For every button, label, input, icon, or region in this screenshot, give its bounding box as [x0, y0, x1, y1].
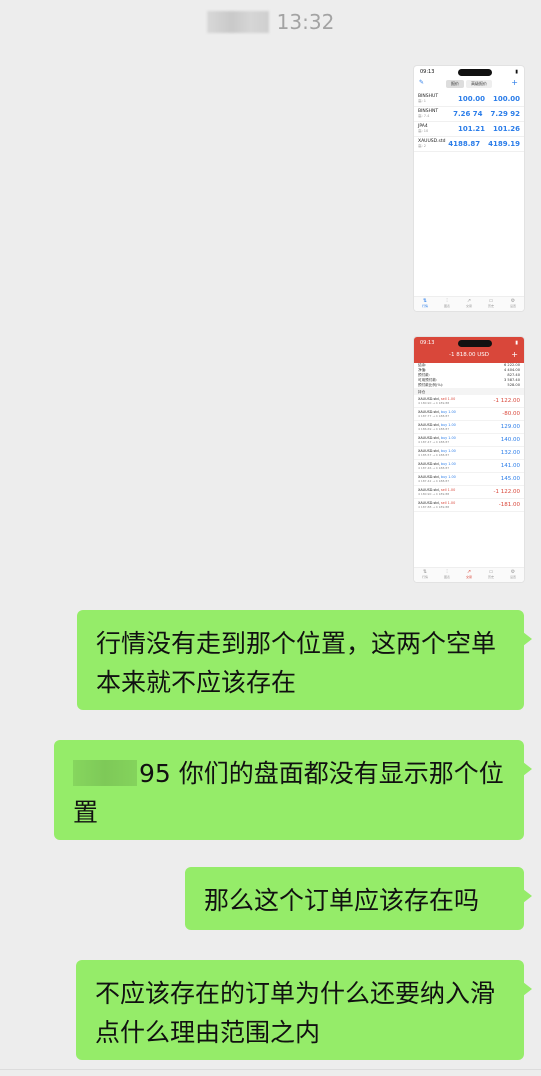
chat-window: 13:32 09:13 ▮ ✎ 报价 高级报价 + BINSHUT 高: 1 10… — [0, 0, 541, 1076]
message-text: 那么这个订单应该存在吗 — [204, 886, 480, 915]
quote-row: XAUUSD.std 高: 2 4188.87 4189.19 — [414, 137, 524, 152]
timestamp-text: 13:32 — [276, 10, 335, 34]
account-summary: 结余: 6 222.00 净值: 4 404.00 预付款: 827.40 可用预付款… — [418, 363, 520, 387]
thumb-status-bar: 09:13 ▮ — [414, 66, 524, 78]
position-row: XAUUSD.std, buy 1.00 4 187.47 → 4 188.87 1… — [414, 434, 524, 447]
dynamic-island — [457, 339, 492, 347]
position-profit: 145.00 — [500, 476, 520, 482]
message-text: 行情没有走到那个位置，这两个空单本来就不应该存在 — [96, 629, 497, 697]
plus-icon: + — [511, 78, 518, 87]
position-profit: 132.00 — [500, 450, 520, 456]
positions-label: 持仓 — [414, 388, 524, 395]
battery-icon: ▮ — [515, 340, 518, 346]
plus-icon: + — [511, 350, 518, 359]
position-profit: -1 122.00 — [493, 489, 520, 495]
position-row: XAUUSD.std, buy 1.00 4 187.77 → 4 188.87-… — [414, 408, 524, 421]
redacted-text — [73, 760, 137, 786]
battery-icon: ▮ — [515, 69, 518, 75]
quote-row: BINSHUT 高: 1 100.00 100.00 — [414, 92, 524, 107]
profit-total: -1 818.00 USD — [449, 352, 489, 358]
tab-history-icon: ▭ 历史 — [487, 569, 494, 580]
message-text: 不应该存在的订单为什么还要纳入滑点什么理由范围之内 — [95, 979, 496, 1047]
position-row: XAUUSD.std, sell 1.00 4 187.88 → 4 189.88… — [414, 499, 524, 512]
redacted-name — [206, 11, 269, 33]
position-row: XAUUSD.std, buy 1.00 4 187.46 → 4 188.87 1… — [414, 460, 524, 473]
position-row: XAUUSD.std, sell 1.00 4 180.90 → 4 189.88… — [414, 395, 524, 408]
tab-settings-icon: ⚙ 设置 — [509, 298, 516, 309]
message-bubble[interactable]: 行情没有走到那个位置，这两个空单本来就不应该存在 — [77, 610, 532, 710]
message-bubble[interactable]: 不应该存在的订单为什么还要纳入滑点什么理由范围之内 — [76, 960, 532, 1060]
segment-control: ✎ 报价 高级报价 + — [414, 78, 524, 92]
position-profit: 129.00 — [500, 424, 520, 430]
thumb-tabbar: ⇅ 行情 ⫶ 图表 ↗ 交易 ▭ 历史 ⚙ 设置 — [414, 567, 524, 582]
thumb-status-bar: 09:13 ▮ — [414, 337, 524, 349]
trade-header: -1 818.00 USD + — [414, 349, 524, 363]
tab-chart-icon: ⫶ 图表 — [443, 569, 450, 580]
status-time: 09:13 — [420, 69, 435, 75]
screenshot-image-quotes[interactable]: 09:13 ▮ ✎ 报价 高级报价 + BINSHUT 高: 1 100.00 10… — [414, 66, 524, 311]
tab-trade-icon: ↗ 交易 — [465, 569, 472, 580]
message-timestamp: 13:32 — [0, 8, 541, 36]
tab-history-icon: ▭ 历史 — [487, 298, 494, 309]
quote-row: BINSHNT 高: 7.4 7.26 74 7.29 92 — [414, 107, 524, 122]
position-profit: 141.00 — [500, 463, 520, 469]
status-time: 09:13 — [420, 340, 435, 346]
tab-quotes-icon: ⇅ 行情 — [421, 298, 428, 309]
segment-advanced: 高级报价 — [466, 80, 492, 88]
segment-quotes: 报价 — [446, 80, 464, 88]
position-profit: 140.00 — [500, 437, 520, 443]
message-bubble[interactable]: 95 你们的盘面都没有显示那个位置 — [54, 740, 532, 840]
divider — [0, 1069, 541, 1070]
quote-list: BINSHUT 高: 1 100.00 100.00 BINSHNT 高: 7.4 7… — [414, 92, 524, 152]
tab-quotes-icon: ⇅ 行情 — [421, 569, 428, 580]
position-row: XAUUSD.std, buy 1.00 4 186.69 → 4 188.87 1… — [414, 421, 524, 434]
quote-row: JPA4 高: 10 101.21 101.26 — [414, 122, 524, 137]
position-profit: -80.00 — [502, 411, 520, 417]
dynamic-island — [457, 68, 492, 76]
message-bubble[interactable]: 那么这个订单应该存在吗 — [185, 867, 532, 930]
screenshot-image-trade[interactable]: 09:13 ▮ -1 818.00 USD + 结余: 6 222.00 净值: 4… — [414, 337, 524, 582]
edit-icon: ✎ — [419, 79, 425, 86]
position-row: XAUUSD.std, buy 1.00 4 185.57 → 4 188.87 1… — [414, 447, 524, 460]
tab-trade-icon: ↗ 交易 — [465, 298, 472, 309]
thumb-tabbar: ⇅ 行情 ⫶ 图表 ↗ 交易 ▭ 历史 ⚙ 设置 — [414, 296, 524, 311]
position-profit: -181.00 — [498, 502, 520, 508]
tab-chart-icon: ⫶ 图表 — [443, 298, 450, 309]
tab-settings-icon: ⚙ 设置 — [509, 569, 516, 580]
position-profit: -1 122.00 — [493, 398, 520, 404]
position-row: XAUUSD.std, buy 1.00 4 187.42 → 4 188.87 1… — [414, 473, 524, 486]
message-text: 95 你们的盘面都没有显示那个位置 — [73, 759, 504, 827]
position-row: XAUUSD.std, sell 1.00 4 180.90 → 4 189.88… — [414, 486, 524, 499]
positions-list: XAUUSD.std, sell 1.00 4 180.90 → 4 189.88… — [414, 395, 524, 512]
